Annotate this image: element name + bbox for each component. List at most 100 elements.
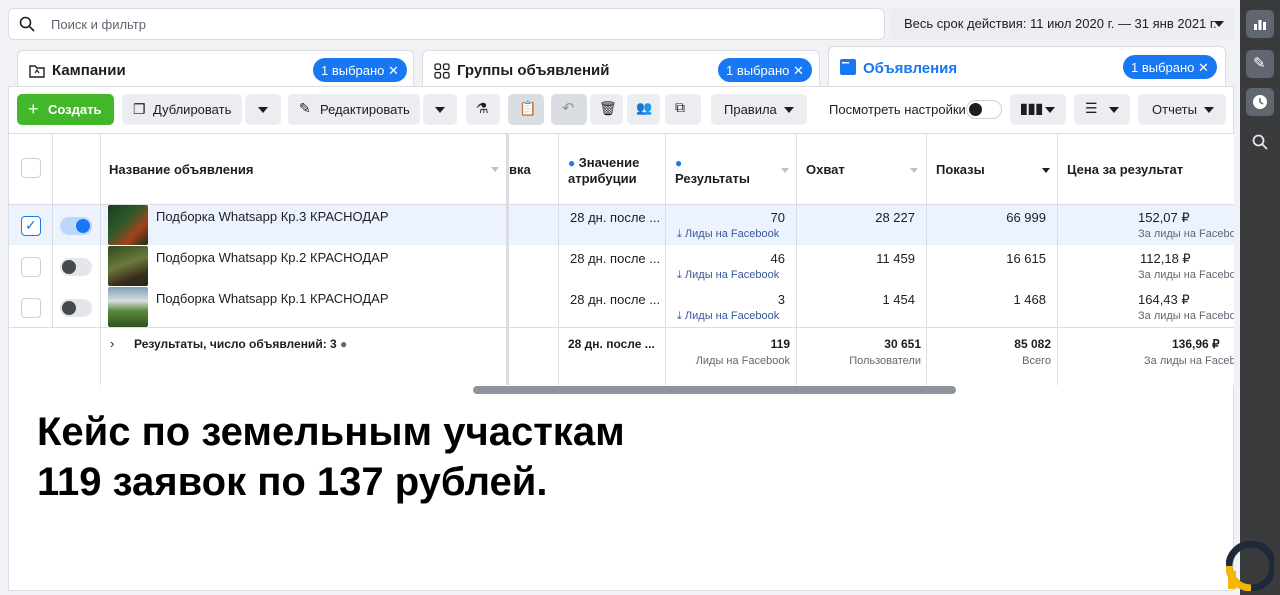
totals-attribution: 28 дн. после ... [568,337,655,351]
rules-label: Правила [724,102,777,117]
totals-impressions-type: Всего [1022,355,1051,367]
tab-label: Группы объявлений [457,62,610,79]
ad-name[interactable]: Подборка Whatsapp Кр.1 КРАСНОДАР [156,291,389,306]
delivery-toggle[interactable] [60,258,92,276]
ad-name[interactable]: Подборка Whatsapp Кр.2 КРАСНОДАР [156,250,389,265]
create-button[interactable]: + Создать [17,94,114,125]
tab-ad-sets[interactable]: Группы объявлений 1 выбрано ✕ [422,50,820,88]
delivery-toggle[interactable] [60,299,92,317]
impressions-value: 16 615 [1006,251,1046,266]
chart-button[interactable] [1246,10,1274,38]
column-header-partial[interactable]: вка [509,162,531,177]
preview-button[interactable]: ⧉ [665,94,701,125]
column-header-results[interactable]: ● Результаты [675,155,750,186]
attribution-value: 28 дн. после ... [570,210,661,225]
totals-results-type: Лиды на Facebook [695,355,790,367]
view-settings-toggle[interactable] [966,100,1002,119]
people-icon: 👥 [636,100,653,115]
undo-icon: ↶ [562,100,575,117]
delete-button[interactable]: 🗑 [590,94,623,125]
ab-test-button[interactable]: ⚗ [466,94,500,125]
download-icon: ⤓ [677,228,685,240]
duplicate-label: Дублировать [153,102,232,117]
impressions-value: 1 468 [1013,292,1046,307]
search-input[interactable]: Поиск и фильтр [51,17,146,32]
undo-button[interactable]: ↶ [551,94,587,125]
check-icon: ✓ [25,217,37,233]
column-header-attribution[interactable]: ● Значение атрибуции [568,155,639,186]
audience-button[interactable]: 👥 [627,94,660,125]
rules-button[interactable]: Правила [711,94,807,125]
pencil-icon: ✎ [1253,55,1266,72]
columns-button[interactable]: ▮▮▮ [1010,94,1066,125]
clock-icon [1253,95,1267,109]
toggle-knob [969,103,982,116]
info-icon: ● [568,156,579,170]
totals-label: Результаты, число объявлений: 3 ● [134,337,348,351]
sort-icon[interactable] [781,168,789,173]
selected-badge[interactable]: 1 выбрано ✕ [313,58,407,82]
ad-icon [840,59,856,75]
duplicate-dropdown[interactable] [245,94,281,125]
results-value: 46 [770,251,785,266]
create-label: Создать [48,102,102,117]
date-range-picker[interactable]: Весь срок действия: 11 июл 2020 г. — 31 … [890,8,1234,40]
preview-icon: ⧉ [675,99,685,115]
pencil-icon: ✎ [299,100,311,116]
column-header-impressions[interactable]: Показы [936,162,985,177]
brand-logo-icon [1226,541,1274,591]
column-header-reach[interactable]: Охват [806,162,845,177]
headline-line2: 119 заявок по 137 рублей. [37,460,548,504]
clipboard-icon: 📋 [519,100,537,116]
results-value: 70 [770,210,785,225]
trash-icon: 🗑 [599,100,617,116]
row-checkbox[interactable]: ✓ [21,216,41,236]
selected-badge[interactable]: 1 выбрано ✕ [1123,55,1217,79]
reports-button[interactable]: Отчеты [1138,94,1226,125]
clipboard-button[interactable]: 📋 [508,94,544,125]
ad-thumbnail[interactable] [108,205,148,245]
tab-campaigns[interactable]: Кампании 1 выбрано ✕ [17,50,414,88]
edit-panel-button[interactable]: ✎ [1246,50,1274,78]
folder-icon [29,65,45,78]
breakdown-icon: ☰ [1085,100,1098,116]
tab-label: Кампании [52,62,126,79]
column-header-name[interactable]: Название объявления [109,162,253,177]
view-settings-label: Посмотреть настройки [829,102,966,117]
totals-reach-type: Пользователи [849,355,921,367]
chevron-down-icon [435,107,445,113]
row-checkbox[interactable] [21,257,41,277]
search-zoom-icon[interactable] [1252,134,1268,153]
results-type: ⤓ Лиды на Facebook [677,310,780,322]
sort-icon[interactable] [491,167,499,172]
breakdown-button[interactable]: ☰ [1074,94,1130,125]
edit-label: Редактировать [320,102,410,117]
chevron-down-icon [1109,107,1119,113]
bar-chart-icon [1254,20,1266,30]
duplicate-button[interactable]: ❐ Дублировать [122,94,242,125]
expand-chevron-icon[interactable]: › [110,336,114,351]
row-checkbox[interactable] [21,298,41,318]
column-header-cost[interactable]: Цена за результат [1067,162,1183,177]
results-value: 3 [777,292,785,307]
select-all-checkbox[interactable] [21,158,41,178]
ads-table: Название объявления вка ● Значение атрибу… [9,133,1234,385]
edit-dropdown[interactable] [423,94,457,125]
download-icon: ⤓ [677,269,685,281]
cost-value: 152,07 ₽ [1138,210,1190,225]
sort-icon[interactable] [1042,168,1050,173]
delivery-toggle[interactable] [60,217,92,235]
horizontal-scrollbar[interactable] [473,386,956,394]
selected-badge[interactable]: 1 выбрано ✕ [718,58,812,82]
ad-thumbnail[interactable] [108,287,148,327]
edit-button[interactable]: ✎ Редактировать [288,94,420,125]
history-button[interactable] [1246,88,1274,116]
attribution-value: 28 дн. после ... [570,251,661,266]
totals-results: 119 [770,337,790,351]
ad-name[interactable]: Подборка Whatsapp Кр.3 КРАСНОДАР [156,209,389,224]
impressions-value: 66 999 [1006,210,1046,225]
search-bar[interactable]: Поиск и фильтр [8,8,885,40]
ad-thumbnail[interactable] [108,246,148,286]
plus-icon: + [28,99,39,119]
sort-icon[interactable] [910,168,918,173]
